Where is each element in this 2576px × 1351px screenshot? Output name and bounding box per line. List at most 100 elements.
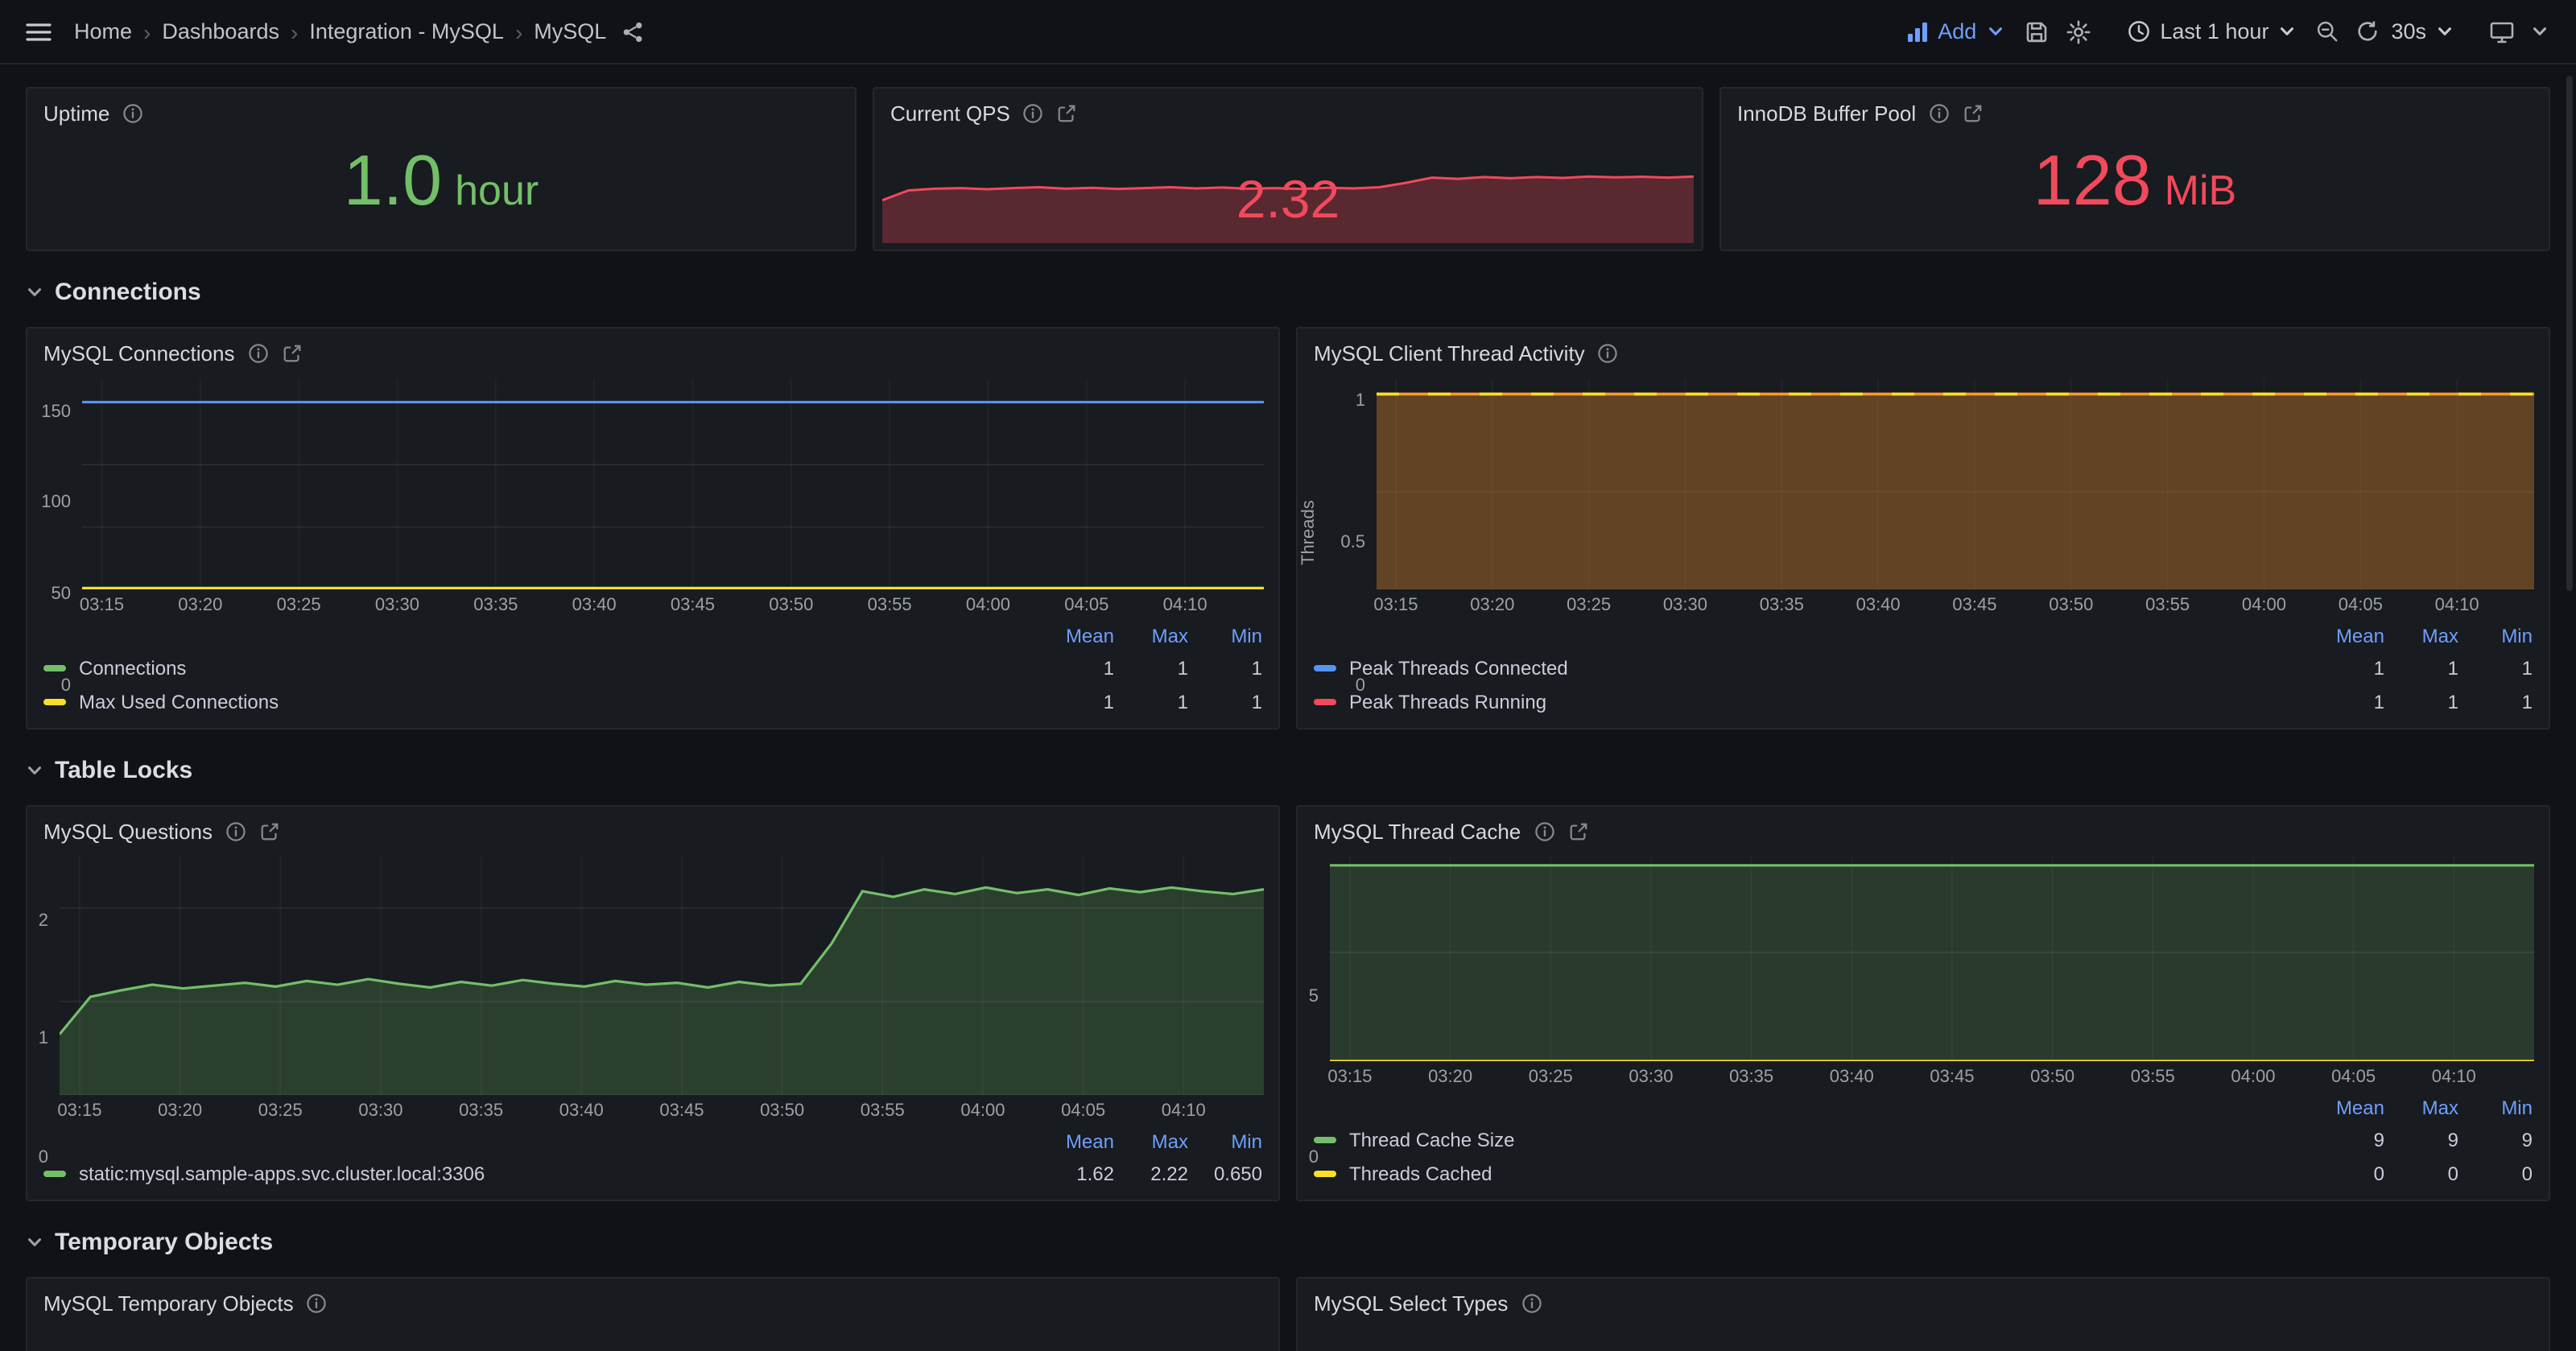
legend-column-header[interactable]: Min xyxy=(1188,625,1262,647)
x-axis-label: 03:40 xyxy=(559,1101,604,1121)
refresh-button[interactable] xyxy=(2347,11,2388,52)
y-axis-title: Threads xyxy=(1298,378,1320,686)
legend-value: 1 xyxy=(1188,690,1262,713)
x-axis: 03:1503:2003:2503:3003:3503:4003:4503:50… xyxy=(82,596,1264,620)
chevron-down-icon xyxy=(2436,23,2454,40)
plot-area[interactable] xyxy=(1377,378,2534,589)
clock-icon xyxy=(2126,19,2150,43)
legend-column-header[interactable]: Mean xyxy=(1040,625,1114,647)
legend-column-header[interactable]: Max xyxy=(1114,1130,1188,1153)
info-icon[interactable] xyxy=(248,343,269,364)
x-axis-label: 03:20 xyxy=(158,1101,202,1121)
share-button[interactable] xyxy=(613,12,651,51)
series-color-marker xyxy=(43,1170,66,1176)
timeseries-chart[interactable]: 00.51Threads03:1503:2003:2503:3003:3503:… xyxy=(1298,370,2549,622)
plot-area[interactable] xyxy=(60,857,1264,1095)
series-label[interactable]: Peak Threads Connected xyxy=(1349,656,2310,679)
x-axis-label: 03:15 xyxy=(1327,1068,1372,1087)
panel-title: MySQL Temporary Objects xyxy=(43,1291,294,1316)
panel-header[interactable]: MySQL Thread Cache xyxy=(1298,807,2549,849)
breadcrumb-item[interactable]: Dashboards xyxy=(162,19,279,43)
panel-header[interactable]: MySQL Temporary Objects xyxy=(27,1279,1278,1320)
breadcrumb-item[interactable]: Integration - MySQL xyxy=(309,19,504,43)
timeseries-chart[interactable]: 01203:1503:2003:2503:3003:3503:4003:4503… xyxy=(27,849,1278,1127)
save-dashboard-button[interactable] xyxy=(2015,10,2057,52)
share-icon xyxy=(621,20,643,43)
refresh-interval-picker[interactable]: 30s xyxy=(2388,11,2465,52)
series-label[interactable]: Thread Cache Size xyxy=(1349,1128,2310,1151)
panel-header[interactable]: MySQL Select Types xyxy=(1298,1279,2549,1320)
x-axis-label: 03:25 xyxy=(1567,596,1611,615)
legend-column-header[interactable]: Max xyxy=(2384,625,2458,647)
panel-header[interactable]: MySQL Connections xyxy=(27,328,1278,370)
info-icon[interactable] xyxy=(122,103,143,124)
section-header-connections[interactable]: Connections xyxy=(26,274,2550,309)
time-range-picker[interactable]: Last 1 hour xyxy=(2115,11,2307,52)
x-axis-label: 04:00 xyxy=(2231,1068,2275,1087)
legend-column-header[interactable]: Max xyxy=(2384,1097,2458,1119)
legend-column-header[interactable]: Min xyxy=(1188,1130,1262,1153)
x-axis-label: 03:35 xyxy=(459,1101,503,1121)
panel-header[interactable]: MySQL Client Thread Activity xyxy=(1298,328,2549,370)
info-icon[interactable] xyxy=(307,1293,328,1314)
breadcrumb-item[interactable]: Home xyxy=(74,19,132,43)
legend-column-header[interactable]: Min xyxy=(2458,625,2533,647)
legend-column-header[interactable]: Mean xyxy=(2310,625,2384,647)
legend-column-header[interactable]: Mean xyxy=(1040,1130,1114,1153)
time-range-label: Last 1 hour xyxy=(2160,19,2268,43)
add-label: Add xyxy=(1938,19,1976,43)
panel-header[interactable]: InnoDB Buffer Pool xyxy=(1721,89,2549,130)
tv-mode-button[interactable] xyxy=(2481,10,2523,52)
add-panel-button[interactable]: Add xyxy=(1894,11,2015,52)
gear-icon xyxy=(2065,19,2091,44)
section-header-table-locks[interactable]: Table Locks xyxy=(26,752,2550,787)
info-icon[interactable] xyxy=(1929,103,1950,124)
timeseries-chart[interactable]: 0503:1503:2003:2503:3003:3503:4003:4503:… xyxy=(1298,849,2549,1093)
external-link-icon[interactable] xyxy=(1057,103,1078,124)
legend-column-header[interactable]: Min xyxy=(2458,1097,2533,1119)
section-header-temporary-objects[interactable]: Temporary Objects xyxy=(26,1224,2550,1259)
plot-area[interactable] xyxy=(1330,857,2534,1061)
series-label[interactable]: Connections xyxy=(79,656,1040,679)
legend-value: 9 xyxy=(2458,1128,2533,1151)
legend: MeanMaxMin static:mysql.sample-apps.svc.c… xyxy=(27,1127,1278,1200)
scrollbar-thumb[interactable] xyxy=(2566,76,2573,591)
timeseries-chart[interactable]: 05010015003:1503:2003:2503:3003:3503:400… xyxy=(27,370,1278,622)
stat-unit: MiB xyxy=(2165,166,2237,216)
info-icon[interactable] xyxy=(225,821,246,842)
panel-header[interactable]: Uptime xyxy=(27,89,855,130)
series-label[interactable]: Peak Threads Running xyxy=(1349,690,2310,713)
info-icon[interactable] xyxy=(1023,103,1044,124)
info-icon[interactable] xyxy=(1534,821,1554,842)
series-label[interactable]: Max Used Connections xyxy=(79,690,1040,713)
x-axis-label: 03:15 xyxy=(80,596,124,615)
info-icon[interactable] xyxy=(1521,1293,1542,1314)
x-axis-label: 03:20 xyxy=(1470,596,1514,615)
external-link-icon[interactable] xyxy=(282,343,303,364)
top-navigation: Home›Dashboards›Integration - MySQL›MySQ… xyxy=(0,0,2576,64)
series-label[interactable]: Threads Cached xyxy=(1349,1162,2310,1184)
x-axis-label: 03:40 xyxy=(1856,596,1901,615)
y-axis-label: 1 xyxy=(1322,390,1365,411)
panel-header[interactable]: MySQL Questions xyxy=(27,807,1278,849)
external-link-icon[interactable] xyxy=(1963,103,1984,124)
x-axis-label: 03:45 xyxy=(1930,1068,1974,1087)
nav-options-button[interactable] xyxy=(2523,14,2557,48)
external-link-icon[interactable] xyxy=(259,821,280,842)
dashboard-settings-button[interactable] xyxy=(2057,10,2099,52)
external-link-icon[interactable] xyxy=(1567,821,1588,842)
panel-title: MySQL Questions xyxy=(43,820,213,844)
legend: MeanMaxMinConnections111Max Used Connect… xyxy=(27,622,1278,728)
legend-column-header[interactable]: Max xyxy=(1114,625,1188,647)
y-axis-label: 5 xyxy=(1298,987,1319,1008)
panel-header[interactable]: Current QPS xyxy=(874,89,1702,130)
menu-toggle-button[interactable] xyxy=(16,9,61,54)
legend-value: 1.62 xyxy=(1040,1162,1114,1184)
series-label[interactable]: static:mysql.sample-apps.svc.cluster.loc… xyxy=(79,1162,1040,1184)
zoom-out-time-button[interactable] xyxy=(2307,11,2347,52)
info-icon[interactable] xyxy=(1598,343,1619,364)
legend-column-header[interactable]: Mean xyxy=(2310,1097,2384,1119)
panel-title: InnoDB Buffer Pool xyxy=(1737,101,1916,126)
scrollbar[interactable] xyxy=(2563,66,2576,1351)
plot-area[interactable] xyxy=(82,378,1264,589)
